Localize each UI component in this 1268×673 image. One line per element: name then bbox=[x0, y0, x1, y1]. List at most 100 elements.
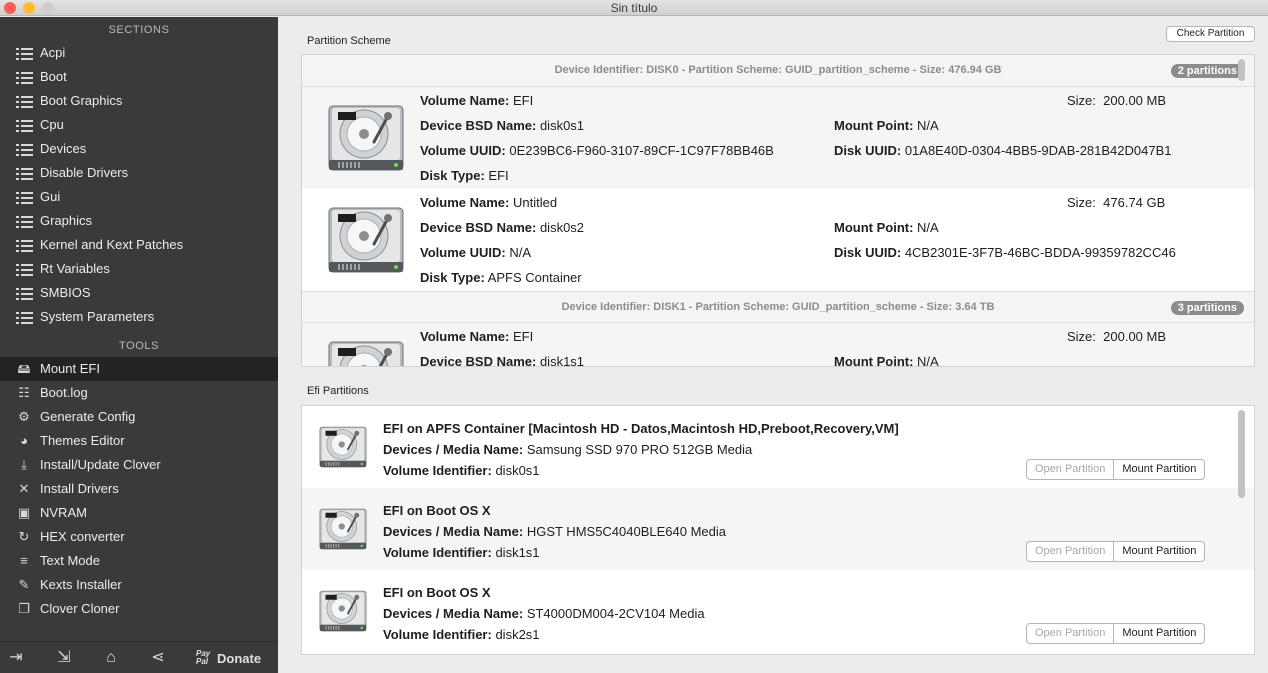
sidebar-item-system-parameters[interactable]: System Parameters bbox=[0, 305, 278, 329]
paypal-logo: Pay Pal bbox=[196, 649, 211, 666]
volume-identifier-value: disk2s1 bbox=[495, 627, 540, 642]
sidebar-item-kexts-installer[interactable]: ✎ Kexts Installer bbox=[0, 573, 278, 597]
sidebar-item-gui[interactable]: Gui bbox=[0, 185, 278, 209]
efi-partition-row[interactable]: EFI on Boot OS X Devices / Media Name: S… bbox=[302, 570, 1254, 652]
sidebar-item-install-drivers[interactable]: ✕ Install Drivers bbox=[0, 477, 278, 501]
sidebar-item-label: Graphics bbox=[40, 213, 93, 228]
title-bar: Sin título bbox=[0, 0, 1268, 16]
sidebar-item-rt-variables[interactable]: Rt Variables bbox=[0, 257, 278, 281]
list-icon bbox=[15, 69, 33, 85]
mount-point-value: N/A bbox=[917, 354, 939, 367]
disk-type-value: APFS Container bbox=[487, 270, 582, 285]
mount-partition-button[interactable]: Mount Partition bbox=[1114, 624, 1204, 643]
efi-partition-row[interactable]: EFI on Boot OS X Devices / Media Name: H… bbox=[302, 488, 1254, 570]
open-partition-button[interactable]: Open Partition bbox=[1027, 460, 1115, 479]
size-value: 200.00 MB bbox=[1103, 93, 1167, 108]
efi-partitions-panel[interactable]: EFI on APFS Container [Macintosh HD - Da… bbox=[301, 405, 1255, 655]
list-icon bbox=[15, 189, 33, 205]
sidebar-item-label: Generate Config bbox=[40, 409, 136, 424]
efi-scrollbar-thumb[interactable] bbox=[1238, 410, 1245, 498]
donate-label: Donate bbox=[217, 650, 262, 666]
list-icon bbox=[15, 117, 33, 133]
sidebar-item-mount-efi[interactable]: 🖴 Mount EFI bbox=[0, 357, 278, 381]
sidebar-item-install-update-clover[interactable]: ⤓ Install/Update Clover bbox=[0, 453, 278, 477]
volume-name-value: EFI bbox=[512, 93, 534, 108]
volume-row[interactable]: Volume Name: EFI Size: 200.00 MB Device … bbox=[302, 323, 1254, 367]
partition-scrollbar-thumb[interactable] bbox=[1238, 59, 1245, 81]
volume-identifier-value: disk0s1 bbox=[495, 463, 540, 478]
partition-scheme-panel[interactable]: Device Identifier: DISK0 - Partition Sch… bbox=[301, 54, 1255, 367]
sidebar-item-text-mode[interactable]: ≡ Text Mode bbox=[0, 549, 278, 573]
size-value: 476.74 GB bbox=[1103, 195, 1166, 210]
sidebar-item-smbios[interactable]: SMBIOS bbox=[0, 281, 278, 305]
sidebar-item-nvram[interactable]: ▣ NVRAM bbox=[0, 501, 278, 525]
sidebar-item-generate-config[interactable]: ⚙ Generate Config bbox=[0, 405, 278, 429]
disk-icon: 🖴 bbox=[17, 361, 31, 376]
hard-drive-icon bbox=[326, 334, 406, 367]
mount-partition-button[interactable]: Mount Partition bbox=[1114, 542, 1204, 561]
chip-icon: ▣ bbox=[17, 505, 31, 520]
sidebar-item-themes-editor[interactable]: ◕ Themes Editor bbox=[0, 429, 278, 453]
sidebar-item-label: Mount EFI bbox=[40, 361, 100, 376]
efi-partition-row[interactable]: EFI on APFS Container [Macintosh HD - Da… bbox=[302, 406, 1254, 488]
media-name-value: ST4000DM004-2CV104 Media bbox=[526, 606, 705, 621]
sidebar-item-label: Acpi bbox=[40, 45, 66, 60]
list-icon bbox=[15, 45, 33, 61]
import-icon[interactable]: ⇥ bbox=[6, 648, 26, 668]
sidebar-item-devices[interactable]: Devices bbox=[0, 137, 278, 161]
disk-uuid-value: 01A8E40D-0304-4BB5-9DAB-281B42D047B1 bbox=[904, 143, 1172, 158]
list-icon bbox=[15, 285, 33, 301]
plug-icon: ✎ bbox=[18, 577, 30, 592]
sidebar-item-label: Themes Editor bbox=[40, 433, 125, 448]
sidebar-item-label: Kernel and Kext Patches bbox=[40, 237, 184, 252]
partition-actions: Open Partition Mount Partition bbox=[1026, 459, 1206, 480]
tools-icon: ✕ bbox=[18, 481, 30, 496]
partitions-badge: 2 partitions bbox=[1170, 64, 1244, 78]
export-icon[interactable]: ⇲ bbox=[54, 648, 74, 668]
sidebar-item-boot[interactable]: Boot bbox=[0, 65, 278, 89]
open-partition-button[interactable]: Open Partition bbox=[1027, 624, 1115, 643]
volume-row[interactable]: Volume Name: EFI Size: 200.00 MB Device … bbox=[302, 87, 1254, 189]
convert-icon: ↻ bbox=[18, 529, 30, 544]
mount-partition-button[interactable]: Mount Partition bbox=[1114, 460, 1204, 479]
home-icon[interactable]: ⌂ bbox=[101, 648, 121, 668]
volume-identifier-value: disk1s1 bbox=[495, 545, 540, 560]
sidebar-item-clover-cloner[interactable]: ❐ Clover Cloner bbox=[0, 597, 278, 621]
sidebar-item-label: Devices bbox=[40, 141, 87, 156]
sidebar-item-acpi[interactable]: Acpi bbox=[0, 41, 278, 65]
list-icon bbox=[15, 141, 33, 157]
donate-button[interactable]: Pay Pal Donate bbox=[196, 648, 261, 668]
media-name-value: HGST HMS5C4040BLE640 Media bbox=[526, 524, 727, 539]
sections-list: Acpi Boot Boot Graphics Cpu Devices Disable D… bbox=[0, 41, 278, 329]
log-search-icon: ☷ bbox=[18, 385, 30, 400]
sidebar-item-label: Disable Drivers bbox=[40, 165, 129, 180]
list-icon bbox=[15, 93, 33, 109]
hard-drive-icon bbox=[318, 422, 368, 472]
volume-name-value: EFI bbox=[512, 329, 534, 344]
size-value: 200.00 MB bbox=[1103, 329, 1167, 344]
share-icon[interactable]: ⋖ bbox=[148, 648, 168, 668]
sidebar-item-label: Boot.log bbox=[40, 385, 88, 400]
sidebar-item-label: Clover Cloner bbox=[40, 601, 120, 616]
sidebar-item-boot-log[interactable]: ☷ Boot.log bbox=[0, 381, 278, 405]
check-partition-button[interactable]: Check Partition bbox=[1166, 26, 1255, 42]
sidebar-item-hex-converter[interactable]: ↻ HEX converter bbox=[0, 525, 278, 549]
clone-icon: ❐ bbox=[18, 601, 30, 616]
list-icon bbox=[15, 237, 33, 253]
partitions-badge: 3 partitions bbox=[1170, 301, 1244, 315]
download-icon: ⤓ bbox=[21, 457, 27, 472]
volume-row[interactable]: Volume Name: Untitled Size: 476.74 GB De… bbox=[302, 189, 1254, 291]
efi-partition-title: EFI on APFS Container [Macintosh HD - Da… bbox=[383, 421, 899, 436]
tools-header: TOOLS bbox=[118, 340, 160, 352]
sidebar-item-disable-drivers[interactable]: Disable Drivers bbox=[0, 161, 278, 185]
volume-uuid-value: N/A bbox=[509, 245, 532, 260]
sidebar-item-label: Install/Update Clover bbox=[40, 457, 161, 472]
sidebar: SECTIONS Acpi Boot Boot Graphics Cpu Devices… bbox=[0, 17, 278, 673]
sidebar-item-boot-graphics[interactable]: Boot Graphics bbox=[0, 89, 278, 113]
sidebar-item-label: Text Mode bbox=[40, 553, 100, 568]
sidebar-item-graphics[interactable]: Graphics bbox=[0, 209, 278, 233]
sidebar-item-kernel-and-kext-patches[interactable]: Kernel and Kext Patches bbox=[0, 233, 278, 257]
open-partition-button[interactable]: Open Partition bbox=[1027, 542, 1115, 561]
sidebar-item-cpu[interactable]: Cpu bbox=[0, 113, 278, 137]
disk-header-text: Device Identifier: DISK1 - Partition Sch… bbox=[561, 301, 995, 313]
